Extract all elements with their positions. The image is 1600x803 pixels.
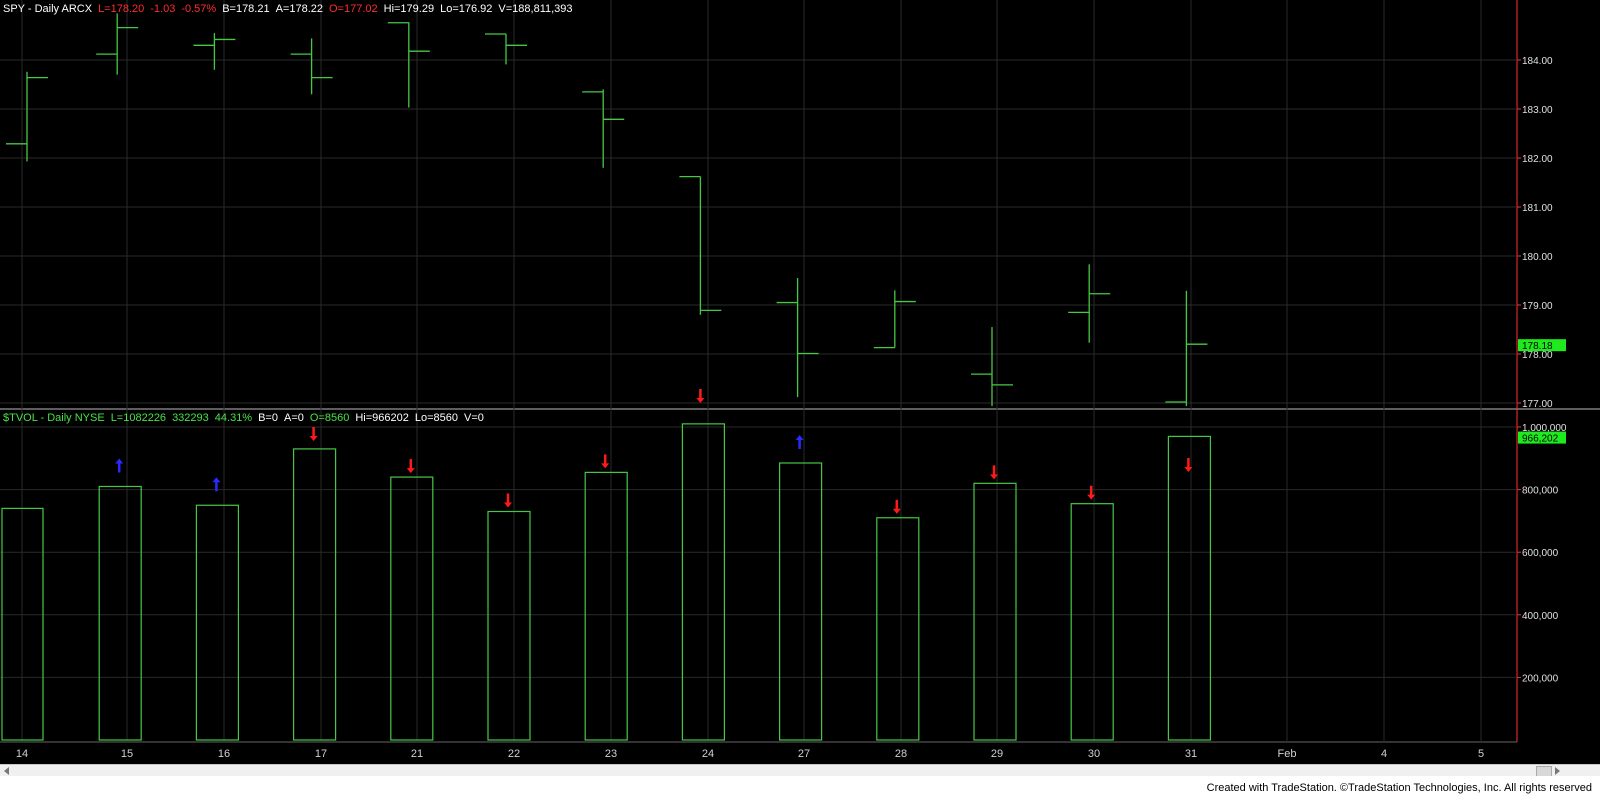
x-tick-label: 16 [218, 748, 230, 760]
down-arrow-icon [892, 508, 901, 514]
volume-change-pct: 44.31% [214, 412, 253, 424]
x-tick-label: 4 [1381, 748, 1387, 760]
footer: Created with TradeStation. ©TradeStation… [0, 776, 1600, 803]
price-y-tick-label: 183.00 [1522, 105, 1553, 116]
volume-ask: A=0 [283, 412, 304, 424]
volume-last: L=1082226 [110, 412, 167, 424]
volume-y-tick-label: 600,000 [1522, 548, 1559, 559]
scroll-right-icon[interactable] [1555, 767, 1560, 775]
price-low: Lo=176.92 [440, 3, 493, 15]
x-tick-label: 17 [315, 748, 327, 760]
down-arrow-icon [406, 468, 415, 474]
up-arrow-icon [115, 458, 124, 464]
x-tick-label: 21 [411, 748, 423, 760]
down-arrow-icon [696, 398, 705, 403]
down-arrow-icon [601, 463, 610, 469]
volume-bar [584, 471, 628, 741]
volume-high: Hi=966202 [355, 412, 409, 424]
volume-change: 332293 [172, 412, 209, 424]
x-tick-label: Feb [1278, 748, 1297, 760]
chart-canvas: 14 15 16 17 21 22 23 24 27 28 29 30 31 Feb 4 5 177.00 178… [0, 0, 1600, 760]
price-panel-header: SPY - Daily ARCX L=178.20 -1.03 -0.57% B=178… [3, 3, 579, 15]
volume-bar [293, 448, 337, 741]
x-tick-label: 28 [895, 748, 907, 760]
price-y-tick-label: 177.00 [1522, 399, 1553, 410]
credits-text: Created with TradeStation. ©TradeStation… [1206, 782, 1592, 794]
volume-symbol: $TVOL - Daily NYSE [3, 412, 105, 424]
volume-bar [876, 517, 920, 741]
x-tick-label: 14 [16, 748, 28, 760]
price-y-tick-label: 184.00 [1522, 56, 1553, 67]
volume-volume: V=0 [464, 412, 484, 424]
last-price-label: 178.18 [1522, 341, 1553, 352]
price-y-tick-label: 182.00 [1522, 154, 1553, 165]
volume-panel-header: $TVOL - Daily NYSE L=1082226 332293 44.31% B… [3, 412, 490, 424]
volume-bar [390, 476, 434, 741]
volume-low: Lo=8560 [414, 412, 458, 424]
volume-bar [1167, 435, 1212, 741]
volume-bar [973, 482, 1017, 741]
price-y-tick-label: 180.00 [1522, 252, 1553, 263]
volume-bar [487, 510, 531, 741]
price-ask: A=178.22 [275, 3, 323, 15]
down-arrow-icon [504, 502, 512, 508]
price-bid: B=178.21 [222, 3, 270, 15]
price-open: O=177.02 [329, 3, 378, 15]
volume-bar [1070, 503, 1114, 741]
price-symbol: SPY - Daily ARCX [3, 3, 93, 15]
x-tick-label: 31 [1185, 748, 1197, 760]
price-volume: V=188,811,393 [498, 3, 573, 15]
x-tick-label: 5 [1478, 748, 1484, 760]
last-volume-label: 966,202 [1522, 434, 1559, 445]
scroll-left-icon[interactable] [4, 767, 9, 775]
price-y-tick-label: 181.00 [1522, 203, 1553, 214]
x-tick-label: 30 [1088, 748, 1100, 760]
volume-y-tick-label: 200,000 [1522, 673, 1559, 684]
volume-bar [195, 504, 239, 741]
volume-y-tick-label: 800,000 [1522, 486, 1559, 497]
x-tick-label: 29 [991, 748, 1003, 760]
x-tick-label: 23 [605, 748, 617, 760]
volume-bid: B=0 [258, 412, 278, 424]
volume-y-tick-label: 400,000 [1522, 611, 1559, 622]
volume-bar [681, 423, 726, 741]
volume-bar [778, 462, 823, 741]
up-arrow-icon [795, 434, 804, 440]
x-tick-label: 24 [702, 748, 714, 760]
price-change: -1.03 [150, 3, 176, 15]
up-arrow-icon [212, 477, 221, 483]
price-last: L=178.20 [98, 3, 145, 15]
price-change-pct: -0.57% [181, 3, 217, 15]
price-high: Hi=179.29 [383, 3, 435, 15]
x-tick-label: 15 [121, 748, 133, 760]
volume-open: O=8560 [309, 412, 350, 424]
volume-bar [98, 485, 142, 741]
down-arrow-icon [309, 436, 318, 441]
x-tick-label: 27 [798, 748, 810, 760]
price-y-tick-label: 179.00 [1522, 301, 1553, 312]
x-tick-label: 22 [508, 748, 520, 760]
